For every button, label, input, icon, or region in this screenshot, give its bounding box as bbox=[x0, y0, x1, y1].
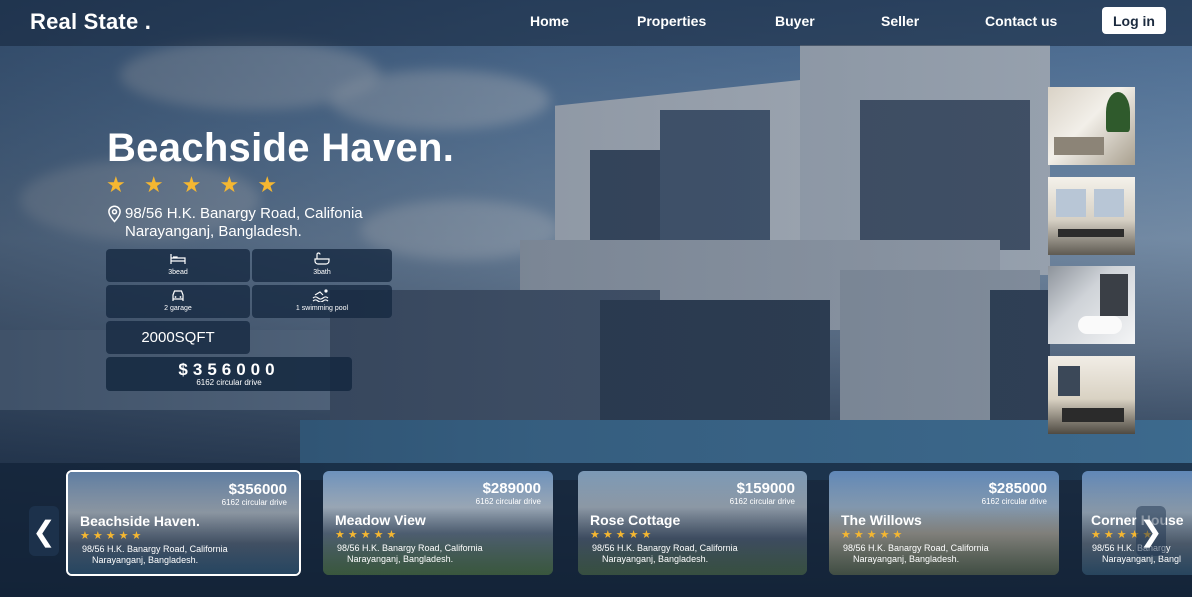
card-address: 98/56 H.K. Banargy Road, California Nara… bbox=[592, 543, 738, 565]
card-address-line-1: 98/56 H.K. Banargy Road, California bbox=[337, 543, 483, 553]
card-stars: ★★★★★ bbox=[590, 529, 655, 541]
card-subtext: 6162 circular drive bbox=[981, 497, 1047, 506]
price-subtext: 6162 circular drive bbox=[196, 378, 262, 387]
card-title: Meadow View bbox=[335, 512, 426, 528]
feature-label: 3bath bbox=[313, 269, 331, 276]
pool-icon bbox=[252, 288, 392, 302]
property-price: $356000 bbox=[178, 360, 280, 379]
property-card[interactable]: $356000 6162 circular drive Beachside Ha… bbox=[66, 470, 301, 576]
feature-label: 1 swimming pool bbox=[295, 305, 349, 312]
card-price: $356000 bbox=[228, 481, 287, 498]
square-footage: 2000SQFT bbox=[106, 321, 250, 354]
location-pin-icon bbox=[106, 205, 124, 241]
nav-home[interactable]: Home bbox=[530, 13, 569, 29]
card-address-line-2: Narayanganj, Bangladesh. bbox=[92, 555, 199, 565]
card-title: Beachside Haven. bbox=[80, 513, 200, 529]
card-address-line-2: Narayanganj, Bangladesh. bbox=[853, 554, 960, 564]
card-address-line-2: Narayanganj, Bangladesh. bbox=[347, 554, 454, 564]
property-card[interactable]: $159000 6162 circular drive Rose Cottage… bbox=[578, 471, 807, 575]
bath-icon bbox=[252, 252, 392, 266]
nav-contact-us[interactable]: Contact us bbox=[985, 13, 1057, 29]
property-address: 98/56 H.K. Banargy Road, Califonia Naray… bbox=[106, 205, 363, 241]
card-title: The Willows bbox=[841, 512, 922, 528]
chevron-left-icon: ❮ bbox=[32, 515, 56, 547]
nav-buyer[interactable]: Buyer bbox=[775, 13, 815, 29]
card-address: 98/56 H.K. Banargy Road, California Nara… bbox=[843, 543, 989, 565]
card-title: Rose Cottage bbox=[590, 512, 681, 528]
address-line-1: 98/56 H.K. Banargy Road, Califonia bbox=[125, 205, 363, 222]
navbar: Real State . Home Properties Buyer Selle… bbox=[0, 0, 1192, 46]
card-address-line-2: Narayanganj, Bangl bbox=[1102, 554, 1182, 564]
card-address-line-1: 98/56 H.K. Banargy Road, California bbox=[592, 543, 738, 553]
card-address-line-1: 98/56 H.K. Banargy Road, California bbox=[82, 544, 228, 554]
card-price: $289000 bbox=[482, 480, 541, 497]
feature-bathrooms: 3bath bbox=[252, 249, 392, 282]
card-price: $285000 bbox=[988, 480, 1047, 497]
chevron-right-icon: ❯ bbox=[1139, 515, 1163, 547]
price-box: $356000 6162 circular drive bbox=[106, 357, 352, 391]
site-logo[interactable]: Real State . bbox=[30, 9, 151, 35]
feature-bedrooms: 3bead bbox=[106, 249, 250, 282]
carousel-next-button[interactable]: ❯ bbox=[1136, 506, 1166, 556]
bed-icon bbox=[106, 252, 250, 266]
gallery-thumbnail-kitchen[interactable] bbox=[1048, 356, 1135, 434]
card-address: 98/56 H.K. Banargy Road, California Nara… bbox=[82, 544, 228, 566]
card-stars: ★★★★★ bbox=[80, 530, 145, 542]
card-stars: ★★★★★ bbox=[841, 529, 906, 541]
gallery-thumbnail-dining[interactable] bbox=[1048, 177, 1135, 255]
property-card[interactable]: $285000 6162 circular drive The Willows … bbox=[829, 471, 1059, 575]
card-subtext: 6162 circular drive bbox=[221, 498, 287, 507]
nav-seller[interactable]: Seller bbox=[881, 13, 919, 29]
nav-properties[interactable]: Properties bbox=[637, 13, 706, 29]
carousel-prev-button[interactable]: ❮ bbox=[29, 506, 59, 556]
card-subtext: 6162 circular drive bbox=[729, 497, 795, 506]
property-card[interactable]: $289000 6162 circular drive Meadow View … bbox=[323, 471, 553, 575]
card-subtext: 6162 circular drive bbox=[475, 497, 541, 506]
feature-pool: 1 swimming pool bbox=[252, 285, 392, 318]
feature-label: 2 garage bbox=[164, 305, 192, 312]
gallery-thumbnail-bedroom[interactable] bbox=[1048, 87, 1135, 165]
card-stars: ★★★★★ bbox=[335, 529, 400, 541]
card-address-line-2: Narayanganj, Bangladesh. bbox=[602, 554, 709, 564]
property-title: Beachside Haven. bbox=[107, 126, 455, 170]
card-address: 98/56 H.K. Banargy Road, California Nara… bbox=[337, 543, 483, 565]
login-button[interactable]: Log in bbox=[1102, 7, 1166, 34]
card-address-line-1: 98/56 H.K. Banargy Road, California bbox=[843, 543, 989, 553]
car-icon bbox=[106, 288, 250, 302]
feature-label: 3bead bbox=[168, 269, 188, 276]
gallery-thumbnail-bathroom[interactable] bbox=[1048, 266, 1135, 344]
feature-garage: 2 garage bbox=[106, 285, 250, 318]
rating-stars: ★ ★ ★ ★ ★ bbox=[106, 172, 284, 197]
address-line-2: Narayanganj, Bangladesh. bbox=[125, 223, 302, 240]
card-price: $159000 bbox=[736, 480, 795, 497]
